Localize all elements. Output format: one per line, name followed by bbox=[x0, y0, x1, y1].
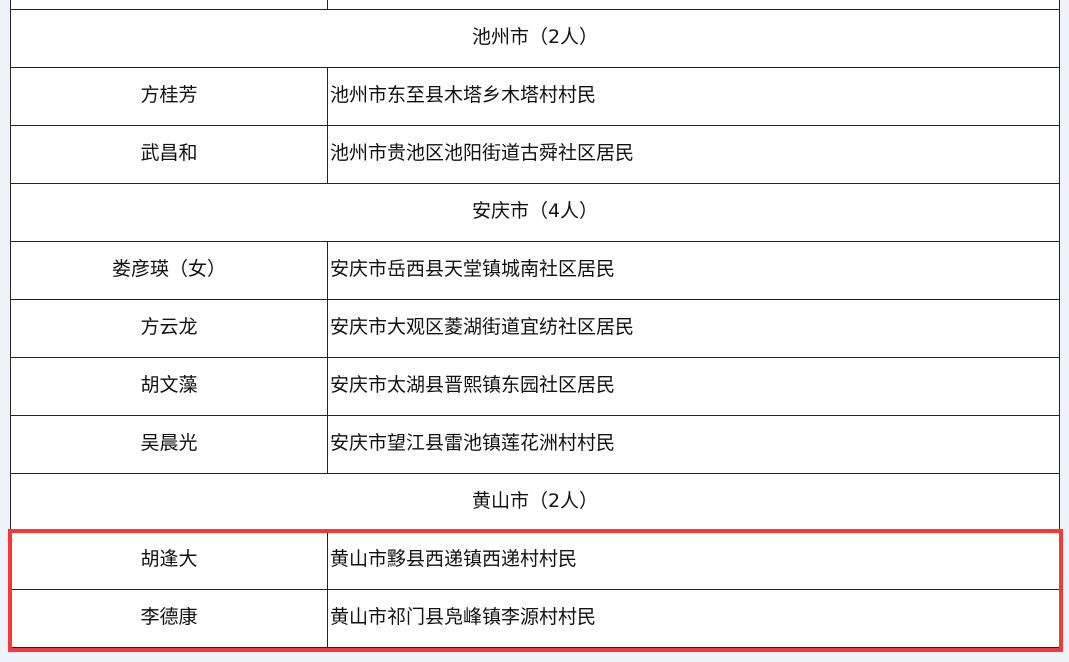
name-cell: 方桂芳 bbox=[10, 67, 328, 126]
group-header-huangshan: 黄山市（2人） bbox=[10, 473, 1060, 532]
name-cell: 胡逢大 bbox=[10, 531, 328, 590]
name-cell: 李德康 bbox=[10, 589, 328, 648]
name-cell bbox=[10, 0, 328, 10]
group-title: 池州市（2人） bbox=[10, 9, 1060, 68]
address-cell: 池州市贵池区池阳街道古舜社区居民 bbox=[327, 125, 1060, 184]
table-row: 胡逢大 黄山市黟县西递镇西递村村民 bbox=[10, 531, 1060, 590]
table-row bbox=[10, 0, 1060, 10]
address-cell: 安庆市望江县雷池镇莲花洲村村民 bbox=[327, 415, 1060, 474]
table-row: 方云龙 安庆市大观区菱湖街道宜纺社区居民 bbox=[10, 299, 1060, 358]
name-cell: 吴晨光 bbox=[10, 415, 328, 474]
table-row: 方桂芳 池州市东至县木塔乡木塔村村民 bbox=[10, 67, 1060, 126]
address-cell bbox=[327, 0, 1060, 10]
table-row: 吴晨光 安庆市望江县雷池镇莲花洲村村民 bbox=[10, 415, 1060, 474]
address-cell: 安庆市太湖县晋熙镇东园社区居民 bbox=[327, 357, 1060, 416]
address-cell: 安庆市岳西县天堂镇城南社区居民 bbox=[327, 241, 1060, 300]
roster-table: 池州市（2人） 方桂芳 池州市东至县木塔乡木塔村村民 武昌和 池州市贵池区池阳街道古… bbox=[10, 0, 1060, 648]
name-cell: 武昌和 bbox=[10, 125, 328, 184]
address-cell: 黄山市祁门县凫峰镇李源村村民 bbox=[327, 589, 1060, 648]
group-header-anqing: 安庆市（4人） bbox=[10, 183, 1060, 242]
group-header-chizhou: 池州市（2人） bbox=[10, 9, 1060, 68]
address-cell: 安庆市大观区菱湖街道宜纺社区居民 bbox=[327, 299, 1060, 358]
name-cell: 娄彦瑛（女） bbox=[10, 241, 328, 300]
address-cell: 黄山市黟县西递镇西递村村民 bbox=[327, 531, 1060, 590]
group-title: 安庆市（4人） bbox=[10, 183, 1060, 242]
table-row: 李德康 黄山市祁门县凫峰镇李源村村民 bbox=[10, 589, 1060, 648]
name-cell: 方云龙 bbox=[10, 299, 328, 358]
table-row: 娄彦瑛（女） 安庆市岳西县天堂镇城南社区居民 bbox=[10, 241, 1060, 300]
name-cell: 胡文藻 bbox=[10, 357, 328, 416]
group-title: 黄山市（2人） bbox=[10, 473, 1060, 532]
address-cell: 池州市东至县木塔乡木塔村村民 bbox=[327, 67, 1060, 126]
table-row: 武昌和 池州市贵池区池阳街道古舜社区居民 bbox=[10, 125, 1060, 184]
table-row: 胡文藻 安庆市太湖县晋熙镇东园社区居民 bbox=[10, 357, 1060, 416]
